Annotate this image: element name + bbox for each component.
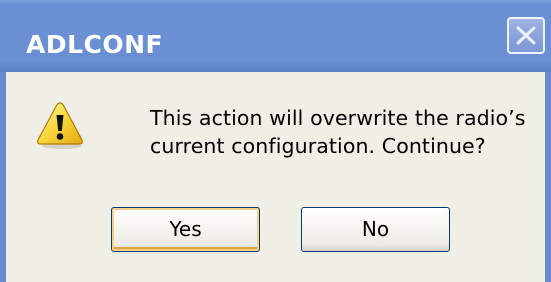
yes-button[interactable]: Yes — [111, 207, 260, 252]
confirm-dialog: ADLCONF This action will overwrite the r… — [0, 0, 551, 282]
message-line-2: current configuration. Continue? — [150, 134, 486, 158]
close-icon — [516, 26, 536, 45]
warning-icon — [37, 102, 83, 149]
title-bar[interactable]: ADLCONF — [0, 0, 551, 72]
message-line-1: This action will overwrite the radio’s — [150, 106, 526, 130]
close-button[interactable] — [507, 17, 545, 54]
window-title: ADLCONF — [26, 30, 164, 59]
no-button[interactable]: No — [301, 207, 450, 252]
dialog-message: This action will overwrite the radio’s c… — [150, 104, 550, 160]
